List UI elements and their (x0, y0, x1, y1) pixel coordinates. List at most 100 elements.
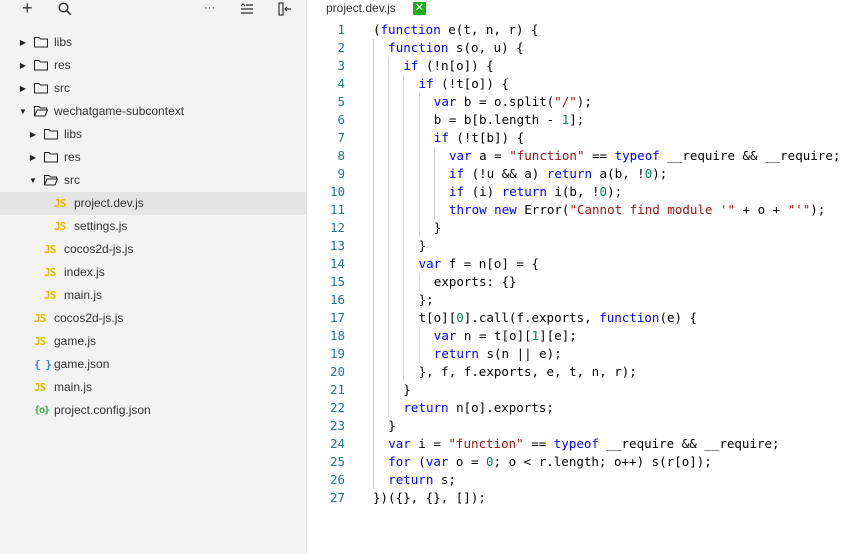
indent-guide (403, 363, 405, 381)
code-line: 27 })({}, {}, []); (307, 489, 856, 507)
tree-item-label: index.js (64, 265, 105, 279)
indent-guide (418, 111, 420, 129)
code-line: 16}; (307, 291, 856, 309)
line-number: 5 (337, 94, 345, 109)
tree-folder[interactable]: ▶ libs (0, 31, 306, 54)
chevron-right-icon[interactable]: ▶ (28, 146, 38, 169)
chevron-down-icon[interactable]: ▼ (28, 169, 38, 192)
indent-guide (373, 291, 374, 309)
indent-guide (373, 453, 374, 471)
folder-icon (34, 83, 48, 94)
tree-file[interactable]: JS cocos2d-js.js (0, 238, 306, 261)
chevron-down-icon[interactable]: ▼ (18, 100, 28, 123)
indent-guide (373, 309, 374, 327)
indent-guide (388, 309, 390, 327)
tree-file[interactable]: JS settings.js (0, 215, 306, 238)
chevron-right-icon[interactable]: ▶ (18, 31, 28, 54)
indent-guide (373, 219, 374, 237)
indent-guide (373, 57, 374, 75)
code-text: })({}, {}, []); (373, 490, 486, 505)
indent-guide (388, 183, 390, 201)
more-options-button[interactable]: ··· (204, 0, 215, 17)
chevron-right-icon[interactable]: ▶ (18, 54, 28, 77)
tree-file[interactable]: JS project.dev.js (0, 192, 306, 215)
indent-guide (373, 237, 374, 255)
code-text: b = b[b.length - 1]; (433, 112, 585, 127)
indent-guide (403, 237, 405, 255)
indent-guide (403, 201, 405, 219)
tree-file[interactable]: JS game.js (0, 330, 306, 353)
indent-guide (388, 363, 390, 381)
indent-guide (418, 129, 420, 147)
line-number: 20 (329, 364, 345, 379)
code-text: function s(o, u) { (388, 40, 524, 55)
code-text: }, f, f.exports, e, t, n, r); (418, 364, 637, 379)
indent-guide (373, 93, 374, 111)
tree-item-label: src (54, 81, 70, 95)
tree-folder[interactable]: ▼ wechatgame-subcontext (0, 100, 306, 123)
folder-open-icon (44, 175, 58, 186)
indent-guide (433, 147, 435, 165)
code-text: if (i) return i(b, !0); (449, 184, 623, 199)
code-text: } (433, 220, 442, 235)
tree-file[interactable]: { } game.json (0, 353, 306, 376)
tree-file[interactable]: JS index.js (0, 261, 306, 284)
indent-guide (433, 183, 435, 201)
code-line: 4 if (!t[o]) { (307, 75, 856, 93)
indent-guide (418, 201, 420, 219)
tree-file[interactable]: JS main.js (0, 376, 306, 399)
code-text: } (418, 238, 427, 253)
chevron-right-icon[interactable]: ▶ (28, 123, 38, 146)
code-text: return s(n || e); (433, 346, 562, 361)
tree-folder[interactable]: ▶ libs (0, 123, 306, 146)
indent-guide (373, 255, 374, 273)
tree-folder[interactable]: ▼ src (0, 169, 306, 192)
line-number: 6 (337, 112, 345, 127)
code-line: 3 if (!n[o]) { (307, 57, 856, 75)
tree-file[interactable]: JS main.js (0, 284, 306, 307)
search-icon[interactable] (58, 0, 72, 17)
collapse-icon[interactable] (240, 0, 254, 17)
indent-guide (373, 417, 374, 435)
indent-guide (403, 255, 405, 273)
tree-item-label: cocos2d-js.js (64, 242, 134, 256)
line-number: 27 (329, 490, 345, 505)
indent-guide (403, 345, 405, 363)
indent-guide (373, 111, 374, 129)
tree-folder[interactable]: ▶ res (0, 54, 306, 77)
js-file-icon: JS (44, 266, 56, 279)
indent-guide (388, 147, 390, 165)
indent-guide (433, 201, 435, 219)
indent-guide (403, 165, 405, 183)
indent-guide (373, 345, 374, 363)
indent-guide (418, 147, 420, 165)
close-icon[interactable]: ✕ (413, 2, 426, 15)
indent-guide (388, 111, 390, 129)
indent-guide (373, 39, 374, 57)
indent-guide (373, 147, 374, 165)
split-icon[interactable] (278, 0, 292, 17)
indent-guide (418, 183, 420, 201)
indent-guide (403, 183, 405, 201)
sidebar-toolbar: + ··· (0, 0, 306, 18)
indent-guide (373, 75, 374, 93)
line-number: 4 (337, 76, 345, 91)
code-line: 25 for (var o = 0; o < r.length; o++) s(r… (307, 453, 856, 471)
chevron-right-icon[interactable]: ▶ (18, 77, 28, 100)
line-number: 26 (329, 472, 345, 487)
tree-file[interactable]: {o} project.config.json (0, 399, 306, 422)
indent-guide (373, 327, 374, 345)
tab-project-dev-js[interactable]: project.dev.js (326, 0, 396, 18)
folder-icon (44, 152, 58, 163)
tree-folder[interactable]: ▶ res (0, 146, 306, 169)
tree-file[interactable]: JS cocos2d-js.js (0, 307, 306, 330)
add-file-button[interactable]: + (22, 0, 33, 17)
tree-folder[interactable]: ▶ src (0, 77, 306, 100)
code-line: 12} (307, 219, 856, 237)
indent-guide (403, 309, 405, 327)
line-number: 17 (329, 310, 345, 325)
indent-guide (373, 165, 374, 183)
code-line: 20 }, f, f.exports, e, t, n, r); (307, 363, 856, 381)
line-number: 13 (329, 238, 345, 253)
folder-open-icon (34, 106, 48, 117)
